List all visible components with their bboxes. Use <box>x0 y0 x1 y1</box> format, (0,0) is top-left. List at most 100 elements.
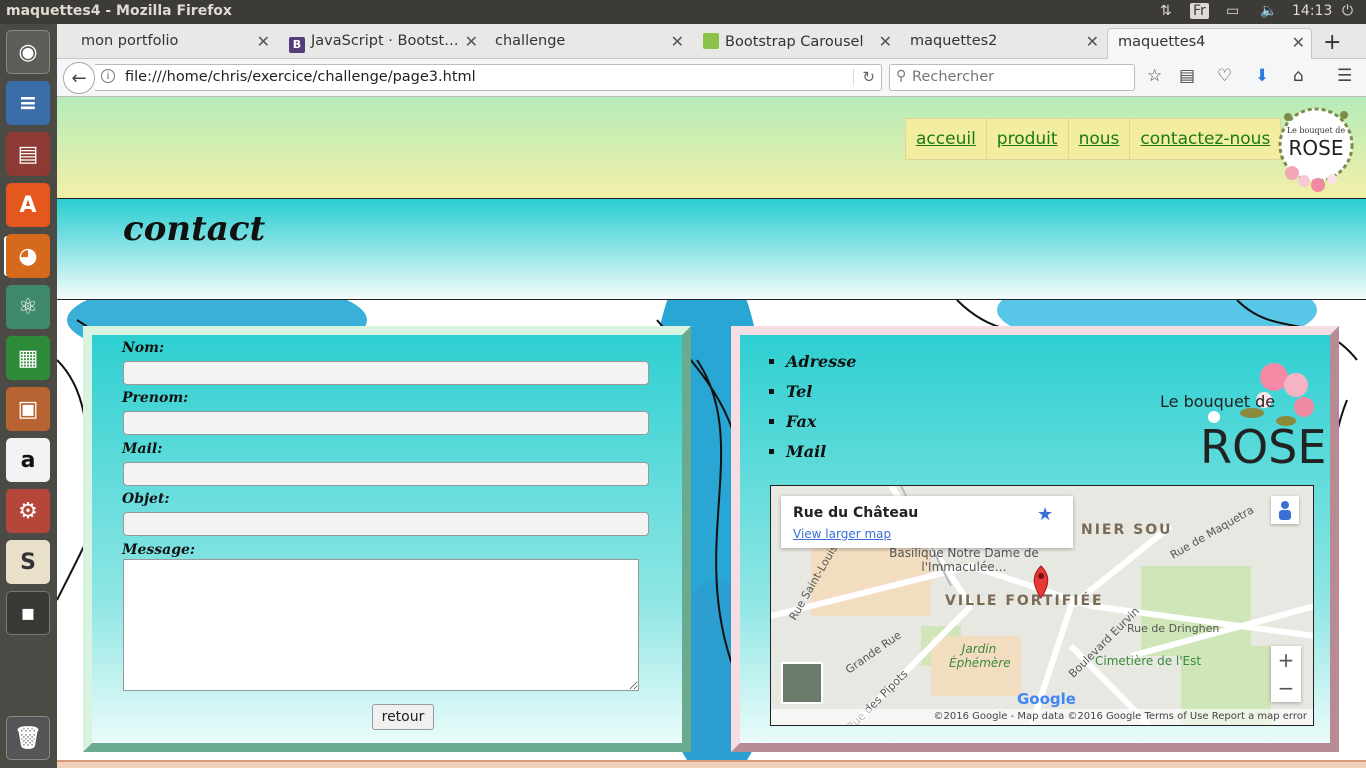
title-band: contact <box>57 199 1366 300</box>
zoom-out-button[interactable]: − <box>1271 674 1301 702</box>
close-tab-icon[interactable]: ✕ <box>671 32 684 51</box>
map-label-basilica: Basilique Notre Dame de l'Immaculée… <box>889 546 1039 574</box>
tab-maquettes2[interactable]: maquettes2 ✕ <box>900 28 1105 59</box>
close-tab-icon[interactable]: ✕ <box>1086 32 1099 51</box>
tab-label: challenge <box>495 33 566 49</box>
network-icon[interactable]: ⇅ <box>1160 3 1172 19</box>
info-adresse: Adresse <box>786 352 856 382</box>
site-footer <box>57 760 1366 768</box>
search-input[interactable] <box>912 69 1122 85</box>
url-text[interactable]: file:///home/chris/exercice/challenge/pa… <box>125 69 476 85</box>
map-label-garden: Jardin Éphémère <box>949 642 1011 670</box>
reload-icon[interactable]: ↻ <box>853 68 875 86</box>
close-tab-icon[interactable]: ✕ <box>465 32 478 51</box>
map-label-district: VILLE FORTIFIÉE <box>945 593 1104 609</box>
writer-icon[interactable]: ≡ <box>6 81 50 125</box>
map-zoom-control: + − <box>1271 646 1301 702</box>
software-center-icon[interactable]: A <box>6 183 50 227</box>
bookmark-star-icon[interactable]: ☆ <box>1147 66 1162 86</box>
carousel-favicon-icon <box>703 33 719 49</box>
save-place-star-icon[interactable]: ★ <box>1037 504 1053 525</box>
search-icon: ⚲ <box>896 68 907 84</box>
site-logo-large: Le bouquet de ROSE <box>1160 363 1324 474</box>
objet-label: Objet: <box>122 491 170 507</box>
close-tab-icon[interactable]: ✕ <box>257 32 270 51</box>
map-label-district2: NIER SOU <box>1081 522 1173 538</box>
atom-icon[interactable]: ⚛ <box>6 285 50 329</box>
contact-form-panel: Nom: Prenom: Mail: Objet: Message: retou… <box>83 326 691 752</box>
url-bar[interactable]: i file:///home/chris/exercice/challenge/… <box>95 64 882 91</box>
tab-bootstrap-carousel[interactable]: Bootstrap Carousel ✕ <box>693 28 898 59</box>
system-top-bar: maquettes4 - Mozilla Firefox ⇅ Fr ▭ 🔈 14… <box>0 0 1366 24</box>
info-icon[interactable]: i <box>101 69 115 83</box>
view-larger-map-link[interactable]: View larger map <box>793 527 891 541</box>
tab-challenge[interactable]: challenge ✕ <box>485 28 690 59</box>
web-page: acceuil produit nous contactez-nous Le b… <box>57 97 1366 768</box>
map-label-road-dringhen: Rue de Dringhen <box>1127 622 1220 635</box>
home-icon[interactable]: ⌂ <box>1293 66 1304 86</box>
contact-info-panel: Adresse Tel Fax Mail Le bouquet de ROSE <box>731 326 1339 752</box>
calc-icon[interactable]: ▦ <box>6 336 50 380</box>
prenom-input[interactable] <box>123 411 649 435</box>
files-icon[interactable]: ▤ <box>6 132 50 176</box>
impress-icon[interactable]: ▣ <box>6 387 50 431</box>
battery-icon[interactable]: ▭ <box>1226 3 1239 19</box>
new-tab-button[interactable]: + <box>1323 30 1341 55</box>
google-map-embed[interactable]: VILLE FORTIFIÉE NIER SOU Basilique Notre… <box>770 485 1314 726</box>
info-fax: Fax <box>786 412 856 442</box>
site-menu: acceuil produit nous contactez-nous <box>905 118 1282 160</box>
nav-link-produit[interactable]: produit <box>986 119 1069 159</box>
workspaces-icon[interactable]: ▪ <box>6 591 50 635</box>
clock[interactable]: 14:13 <box>1292 3 1332 19</box>
tab-label: Bootstrap Carousel <box>725 34 864 50</box>
nom-label: Nom: <box>122 340 165 356</box>
window-title: maquettes4 - Mozilla Firefox <box>6 3 232 19</box>
settings-icon[interactable]: ⚙ <box>6 489 50 533</box>
map-place-title: Rue du Château <box>793 505 919 521</box>
logo-text-line1: Le bouquet de <box>1287 126 1346 135</box>
info-tel: Tel <box>786 382 856 412</box>
objet-input[interactable] <box>123 512 649 536</box>
slack-icon[interactable]: S <box>6 540 50 584</box>
nav-link-nous[interactable]: nous <box>1068 119 1131 159</box>
mail-label: Mail: <box>122 441 163 457</box>
keyboard-layout[interactable]: Fr <box>1190 3 1209 19</box>
site-logo-small[interactable]: Le bouquet de ROSE <box>1274 103 1358 193</box>
street-view-pegman-icon[interactable] <box>1271 496 1299 524</box>
map-attribution: ©2016 Google - Map data ©2016 Google Ter… <box>771 709 1313 725</box>
logo-text-line2: ROSE <box>1289 136 1344 160</box>
nom-input[interactable] <box>123 361 649 385</box>
map-label-cemetery: Cimetière de l'Est <box>1095 654 1202 668</box>
tab-bar: mon portfolio ✕ B JavaScript · Bootst… ✕ … <box>57 24 1366 59</box>
page-title: contact <box>123 209 266 249</box>
tab-maquettes4[interactable]: maquettes4 ✕ <box>1107 28 1312 59</box>
close-tab-icon[interactable]: ✕ <box>1292 33 1305 52</box>
mail-input[interactable] <box>123 462 649 486</box>
retour-button[interactable]: retour <box>372 704 434 730</box>
firefox-icon[interactable]: ◕ <box>6 234 50 278</box>
amazon-icon[interactable]: a <box>6 438 50 482</box>
google-logo: Google <box>1017 690 1076 708</box>
dash-icon[interactable]: ◉ <box>6 30 50 74</box>
volume-icon[interactable]: 🔈 <box>1260 3 1277 19</box>
map-place-card: Rue du Château View larger map ★ <box>781 496 1073 548</box>
back-button[interactable]: ← <box>63 62 95 94</box>
search-box[interactable]: ⚲ <box>889 64 1135 91</box>
trash-icon[interactable]: 🗑 <box>6 716 50 760</box>
tab-mon-portfolio[interactable]: mon portfolio ✕ <box>71 28 276 59</box>
zoom-in-button[interactable]: + <box>1271 646 1301 674</box>
pocket-icon[interactable]: ♡ <box>1217 66 1232 86</box>
power-icon[interactable]: ⏻ <box>1342 3 1353 19</box>
message-textarea[interactable] <box>123 559 639 691</box>
download-icon[interactable]: ⬇ <box>1255 66 1269 86</box>
unity-launcher: ◉ ≡ ▤ A ◕ ⚛ ▦ ▣ a ⚙ S ▪ 🗑 <box>0 24 57 768</box>
nav-link-contactez-nous[interactable]: contactez-nous <box>1130 119 1281 159</box>
site-header: acceuil produit nous contactez-nous Le b… <box>57 97 1366 199</box>
tab-javascript-bootstrap[interactable]: B JavaScript · Bootst… ✕ <box>279 28 484 59</box>
close-tab-icon[interactable]: ✕ <box>879 32 892 51</box>
satellite-toggle[interactable] <box>781 662 823 704</box>
tab-label: JavaScript · Bootst… <box>311 33 459 49</box>
nav-link-acceuil[interactable]: acceuil <box>906 119 987 159</box>
menu-icon[interactable]: ☰ <box>1337 66 1352 86</box>
reading-list-icon[interactable]: ▤ <box>1179 66 1195 86</box>
